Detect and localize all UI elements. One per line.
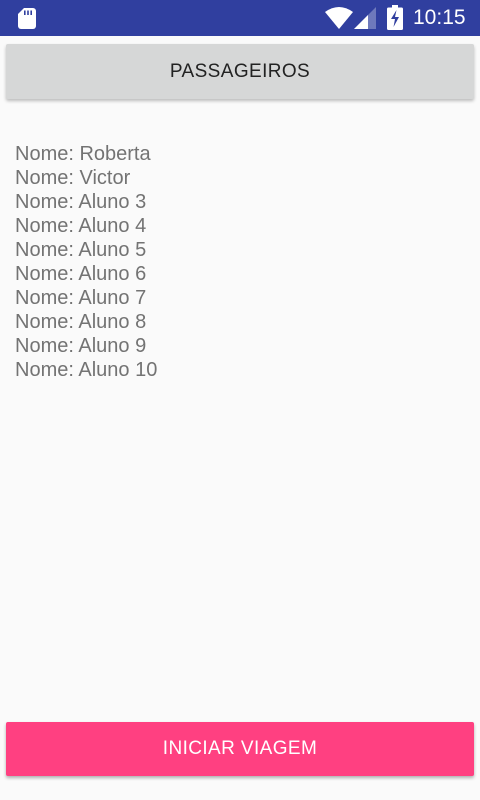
passenger-item: Nome: Aluno 5 <box>15 239 147 261</box>
passenger-item: Nome: Aluno 3 <box>15 191 147 213</box>
passenger-item: Nome: Aluno 6 <box>15 263 147 285</box>
sd-card-icon <box>18 8 36 29</box>
passenger-item: Nome: Aluno 9 <box>15 335 147 357</box>
start-trip-button[interactable]: INICIAR VIAGEM <box>6 722 474 776</box>
wifi-icon <box>325 7 353 29</box>
passenger-list: Nome: Roberta Nome: Victor Nome: Aluno 3… <box>15 142 455 382</box>
passenger-item: Nome: Aluno 4 <box>15 215 147 237</box>
status-bar: 10:15 <box>0 0 480 36</box>
passenger-item: Nome: Aluno 10 <box>15 359 158 381</box>
passenger-item: Nome: Aluno 7 <box>15 287 147 309</box>
battery-charging-icon <box>387 5 403 30</box>
passenger-item: Nome: Aluno 8 <box>15 311 147 333</box>
status-clock: 10:15 <box>413 6 466 29</box>
cell-signal-icon <box>354 7 376 29</box>
passengers-button[interactable]: PASSAGEIROS <box>6 44 474 99</box>
passenger-item: Nome: Victor <box>15 167 131 189</box>
passenger-item: Nome: Roberta <box>15 143 151 165</box>
